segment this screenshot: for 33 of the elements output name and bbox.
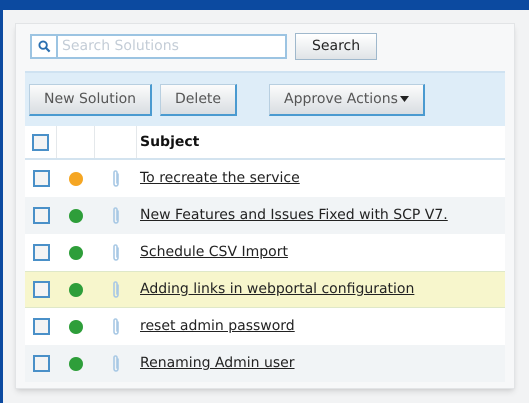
paperclip-icon: [111, 354, 121, 374]
subject-link[interactable]: Adding links in webportal configuration: [137, 279, 414, 300]
table-row[interactable]: Renaming Admin user: [25, 345, 505, 382]
table-row[interactable]: New Features and Issues Fixed with SCP V7.: [25, 197, 505, 234]
checkbox[interactable]: [32, 134, 49, 150]
paperclip-icon: [111, 280, 121, 300]
search-field[interactable]: Search Solutions: [58, 34, 287, 58]
search-button[interactable]: Search: [295, 32, 378, 60]
subject-link[interactable]: New Features and Issues Fixed with SCP V7.: [137, 205, 448, 226]
table-row[interactable]: Schedule CSV Import: [25, 234, 505, 271]
subject-link[interactable]: Renaming Admin user: [137, 353, 295, 374]
subject-link[interactable]: To recreate the service: [137, 168, 300, 189]
dropdown-button[interactable]: Approve Actions: [269, 84, 425, 116]
column-header[interactable]: Subject: [140, 132, 200, 152]
checkbox[interactable]: [32, 355, 50, 372]
checkbox[interactable]: [32, 318, 50, 335]
search-icon: [38, 40, 50, 52]
table-row[interactable]: To recreate the service: [25, 160, 505, 197]
checkbox[interactable]: [32, 207, 50, 224]
checkbox[interactable]: [32, 244, 50, 261]
checkbox[interactable]: [32, 170, 50, 187]
toolbar-button[interactable]: New Solution: [29, 84, 152, 116]
subject-link[interactable]: reset admin password: [137, 316, 295, 337]
toolbar-button[interactable]: Delete: [160, 84, 238, 116]
table-row[interactable]: reset admin password: [25, 308, 505, 345]
paperclip-icon: [111, 316, 121, 336]
table-row[interactable]: Adding links in webportal configuration: [25, 271, 505, 308]
paperclip-icon: [111, 206, 121, 226]
paperclip-icon: [111, 168, 121, 188]
paperclip-icon: [111, 242, 121, 262]
caret-icon: [400, 96, 409, 102]
checkbox[interactable]: [32, 281, 50, 298]
subject-link[interactable]: Schedule CSV Import: [137, 242, 288, 263]
